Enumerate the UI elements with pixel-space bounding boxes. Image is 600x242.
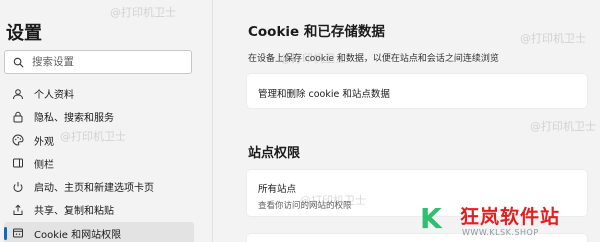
brand-k-icon: K xyxy=(420,202,442,235)
page-title: Cookie 和已存储数据 xyxy=(248,24,385,40)
section-description: 在设备上保存 cookie 和数据，以便在站点和会话之间连续浏览 xyxy=(248,54,499,64)
search-input[interactable] xyxy=(32,56,182,68)
brand-name: 狂岚软件站 xyxy=(460,206,561,228)
settings-nav: 个人资料 隐私、搜索和服务 外观 侧栏 启动、主页和新建选项卡页 共享、复制和粘… xyxy=(4,82,194,242)
sidebar-item-cookies[interactable]: Cookie 和网站权限 xyxy=(4,221,194,242)
site-permissions-heading: 站点权限 xyxy=(248,146,301,161)
sidebar-item-privacy[interactable]: 隐私、搜索和服务 xyxy=(4,105,194,128)
lock-icon xyxy=(12,111,24,123)
profile-icon xyxy=(12,88,24,100)
sidebar-item-label: 个人资料 xyxy=(34,90,74,101)
sidebar-item-profile[interactable]: 个人资料 xyxy=(4,82,194,105)
sidebar-item-label: 隐私、搜索和服务 xyxy=(34,113,114,125)
cookie-permissions-icon xyxy=(12,227,24,239)
settings-title: 设置 xyxy=(6,23,42,44)
sidebar-item-label: 侧栏 xyxy=(34,159,54,171)
sidebar-item-appearance[interactable]: 外观 xyxy=(4,129,194,152)
settings-sidebar: 设置 个人资料 隐私、搜索和服务 外观 xyxy=(0,0,212,242)
brand-logo: K 狂岚软件站 WWW.KLSK.SHOP xyxy=(412,198,600,242)
brand-url: WWW.KLSK.SHOP xyxy=(462,228,539,237)
search-box[interactable] xyxy=(4,50,192,74)
manage-cookies-label: 管理和删除 cookie 和站点数据 xyxy=(258,89,390,100)
power-icon xyxy=(12,181,24,193)
sidebar-item-sidebar[interactable]: 侧栏 xyxy=(4,152,194,175)
sidebar-item-label: Cookie 和网站权限 xyxy=(34,229,122,241)
all-sites-subtitle: 查看你访问的网站的权限 xyxy=(258,201,352,211)
sidebar-item-label: 共享、复制和粘贴 xyxy=(34,206,114,218)
sidebar-item-label: 启动、主页和新建选项卡页 xyxy=(34,183,154,195)
sidebar-item-share[interactable]: 共享、复制和粘贴 xyxy=(4,198,194,221)
sidebar-item-startup[interactable]: 启动、主页和新建选项卡页 xyxy=(4,175,194,198)
all-sites-title: 所有站点 xyxy=(258,184,297,195)
manage-cookies-row[interactable]: 管理和删除 cookie 和站点数据 xyxy=(247,74,587,108)
share-icon xyxy=(12,204,24,216)
search-icon xyxy=(13,53,24,72)
palette-icon xyxy=(12,134,24,146)
sidebar-item-label: 外观 xyxy=(34,136,54,148)
sidebar-icon xyxy=(12,157,24,169)
